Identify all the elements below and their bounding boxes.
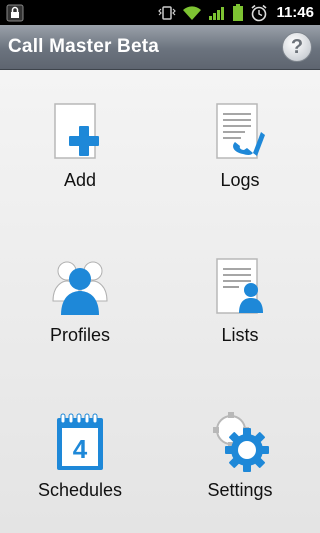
call-log-icon xyxy=(216,103,265,159)
title-bar: Call Master Beta ? xyxy=(0,25,320,70)
logs-tile[interactable]: Logs xyxy=(160,70,320,225)
logs-label: Logs xyxy=(220,170,260,190)
vibrate-icon xyxy=(158,5,177,21)
add-document-icon xyxy=(54,103,99,159)
lists-label: Lists xyxy=(221,325,259,345)
battery-icon xyxy=(232,3,244,22)
alarm-icon xyxy=(250,4,268,22)
app-title: Call Master Beta xyxy=(8,36,160,57)
schedules-tile[interactable]: 4 Schedules xyxy=(0,380,160,533)
svg-text:4: 4 xyxy=(73,434,88,464)
signal-icon xyxy=(208,5,226,21)
main-menu: Add Logs Profiles Lists 4 Schedules Sett… xyxy=(0,70,320,533)
help-button[interactable]: ? xyxy=(282,32,312,62)
help-icon: ? xyxy=(290,35,304,58)
settings-tile[interactable]: Settings xyxy=(160,380,320,533)
profiles-icon xyxy=(52,261,108,315)
settings-label: Settings xyxy=(207,480,273,500)
gear-icon xyxy=(213,412,269,472)
contact-list-icon xyxy=(216,258,263,314)
profiles-tile[interactable]: Profiles xyxy=(0,225,160,380)
calendar-icon: 4 xyxy=(57,413,103,470)
add-tile[interactable]: Add xyxy=(0,70,160,225)
add-label: Add xyxy=(63,170,97,190)
lists-tile[interactable]: Lists xyxy=(160,225,320,380)
clock: 11:46 xyxy=(276,4,314,21)
status-bar: 11:46 xyxy=(0,0,320,25)
schedules-label: Schedules xyxy=(37,480,123,500)
lock-notification-icon xyxy=(6,4,24,22)
wifi-icon xyxy=(182,5,202,21)
profiles-label: Profiles xyxy=(49,325,111,345)
